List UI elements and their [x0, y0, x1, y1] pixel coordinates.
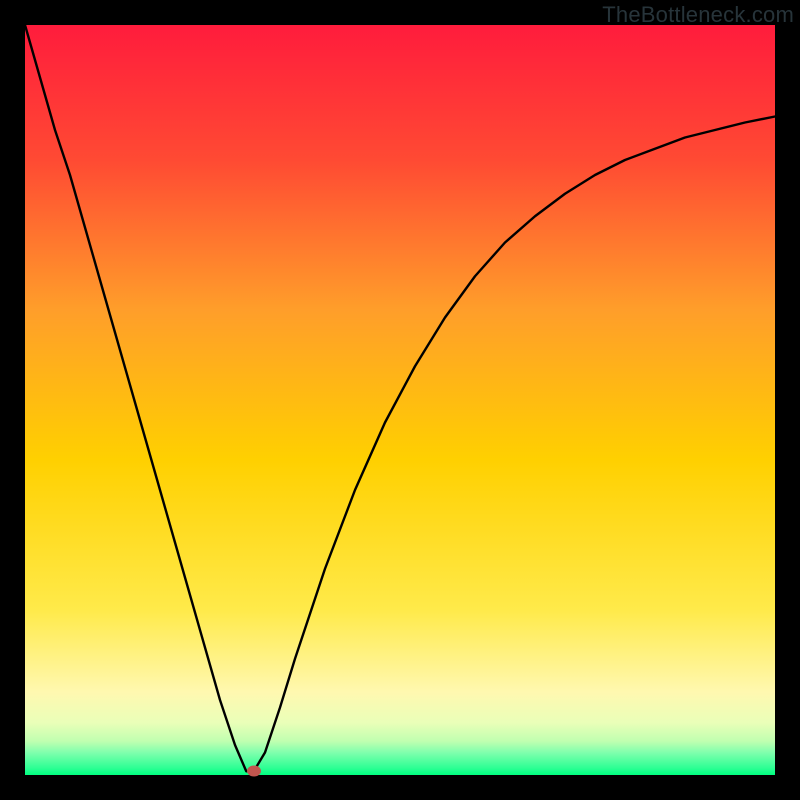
- bottleneck-curve: [25, 25, 775, 775]
- chart-frame: [25, 25, 775, 775]
- optimum-marker-dot: [247, 765, 261, 776]
